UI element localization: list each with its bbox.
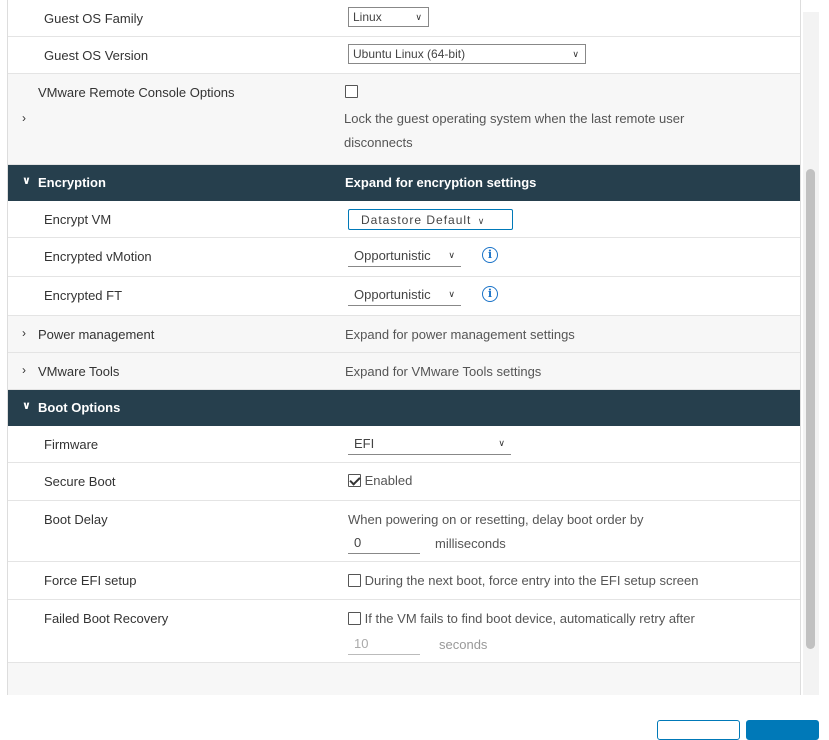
info-icon[interactable]: i (482, 286, 498, 302)
encryption-section-header[interactable]: ∨ Encryption Expand for encryption setti… (8, 165, 800, 201)
vmrc-lock-checkbox[interactable] (345, 85, 358, 98)
firmware-value: EFI (354, 436, 375, 451)
footer-primary-button[interactable] (746, 720, 819, 740)
footer-secondary-button[interactable] (657, 720, 740, 740)
guest-os-family-label: Guest OS Family (44, 11, 143, 26)
failed-boot-text: If the VM fails to find boot device, aut… (364, 611, 695, 626)
encrypt-vm-label: Encrypt VM (44, 212, 112, 227)
boot-delay-description: When powering on or resetting, delay boo… (348, 512, 644, 527)
guest-os-version-row: Guest OS Version Ubuntu Linux (64-bit) ∨ (8, 37, 800, 74)
power-management-hint: Expand for power management settings (345, 327, 575, 342)
secure-boot-checkbox[interactable] (348, 474, 361, 487)
info-icon[interactable]: i (482, 247, 498, 263)
encrypted-ft-select[interactable]: Opportunistic ∨ (348, 284, 461, 306)
next-section-row-partial[interactable] (8, 663, 800, 695)
encrypt-vm-dropdown[interactable]: Datastore Default ∨ (348, 209, 513, 230)
firmware-select[interactable]: EFI ∨ (348, 433, 511, 455)
secure-boot-label: Secure Boot (44, 474, 116, 489)
vmrc-options-row[interactable]: › VMware Remote Console Options Lock the… (8, 74, 800, 165)
chevron-down-icon: ∨ (498, 438, 505, 448)
chevron-down-icon: ∨ (22, 175, 31, 187)
firmware-row: Firmware EFI ∨ (8, 426, 800, 463)
secure-boot-row: Secure Boot Enabled (8, 463, 800, 501)
chevron-down-icon: ∨ (448, 250, 455, 260)
guest-os-family-value: Linux (353, 10, 382, 24)
guest-os-version-label: Guest OS Version (44, 48, 149, 63)
encrypted-vmotion-value: Opportunistic (354, 248, 431, 263)
encrypted-ft-value: Opportunistic (354, 287, 431, 302)
chevron-right-icon[interactable]: › (22, 326, 26, 340)
boot-options-section-header[interactable]: ∨ Boot Options (8, 390, 800, 426)
boot-delay-unit: milliseconds (435, 536, 506, 551)
vmrc-lock-text: Lock the guest operating system when the… (344, 111, 685, 150)
boot-options-title: Boot Options (38, 400, 121, 415)
chevron-right-icon[interactable]: › (22, 111, 26, 125)
force-efi-label: Force EFI setup (44, 573, 137, 588)
guest-os-version-select[interactable]: Ubuntu Linux (64-bit) ∨ (348, 44, 586, 64)
guest-os-version-value: Ubuntu Linux (64-bit) (353, 47, 466, 61)
vm-settings-dialog: Guest OS Family Linux ∨ Guest OS Version… (0, 0, 829, 740)
encryption-hint: Expand for encryption settings (345, 175, 537, 190)
scrollbar-thumb[interactable] (806, 169, 815, 649)
encryption-title: Encryption (38, 175, 106, 190)
encrypted-vmotion-row: Encrypted vMotion Opportunistic ∨ i (8, 238, 800, 277)
chevron-right-icon[interactable]: › (22, 363, 26, 377)
encrypted-vmotion-label: Encrypted vMotion (44, 249, 152, 264)
failed-boot-unit: seconds (439, 637, 488, 652)
boot-delay-input[interactable]: 0 (348, 532, 420, 554)
failed-boot-input[interactable]: 10 (348, 633, 420, 655)
encrypted-ft-label: Encrypted FT (44, 288, 123, 303)
guest-os-family-select[interactable]: Linux ∨ (348, 7, 429, 27)
encrypted-ft-row: Encrypted FT Opportunistic ∨ i (8, 277, 800, 316)
power-management-title: Power management (38, 327, 155, 342)
encrypt-vm-row: Encrypt VM Datastore Default ∨ (8, 201, 800, 238)
boot-delay-row: Boot Delay When powering on or resetting… (8, 501, 800, 562)
firmware-label: Firmware (44, 437, 99, 452)
secure-boot-control[interactable]: Enabled (348, 473, 412, 488)
force-efi-text: During the next boot, force entry into t… (364, 573, 699, 588)
chevron-down-icon: ∨ (477, 216, 486, 226)
chevron-down-icon: ∨ (448, 289, 455, 299)
vmware-tools-title: VMware Tools (38, 364, 120, 379)
failed-boot-row: Failed Boot Recovery If the VM fails to … (8, 600, 800, 663)
failed-boot-control[interactable]: If the VM fails to find boot device, aut… (348, 611, 695, 626)
vmware-tools-hint: Expand for VMware Tools settings (345, 364, 542, 379)
encrypt-vm-value: Datastore Default (361, 213, 472, 227)
force-efi-control[interactable]: During the next boot, force entry into t… (348, 573, 698, 588)
guest-os-family-row: Guest OS Family Linux ∨ (8, 0, 800, 37)
force-efi-checkbox[interactable] (348, 574, 361, 587)
settings-scroll-area: Guest OS Family Linux ∨ Guest OS Version… (7, 0, 801, 695)
force-efi-row: Force EFI setup During the next boot, fo… (8, 562, 800, 600)
vertical-scrollbar[interactable] (803, 12, 819, 695)
chevron-down-icon: ∨ (415, 12, 422, 22)
encrypted-vmotion-select[interactable]: Opportunistic ∨ (348, 245, 461, 267)
failed-boot-checkbox[interactable] (348, 612, 361, 625)
boot-delay-label: Boot Delay (44, 512, 108, 527)
vmware-tools-row[interactable]: › VMware Tools Expand for VMware Tools s… (8, 353, 800, 390)
chevron-down-icon: ∨ (572, 49, 579, 59)
power-management-row[interactable]: › Power management Expand for power mana… (8, 316, 800, 353)
vmrc-options-label: VMware Remote Console Options (38, 85, 235, 100)
failed-boot-label: Failed Boot Recovery (44, 611, 169, 626)
chevron-down-icon: ∨ (22, 400, 31, 412)
secure-boot-text: Enabled (364, 473, 413, 488)
